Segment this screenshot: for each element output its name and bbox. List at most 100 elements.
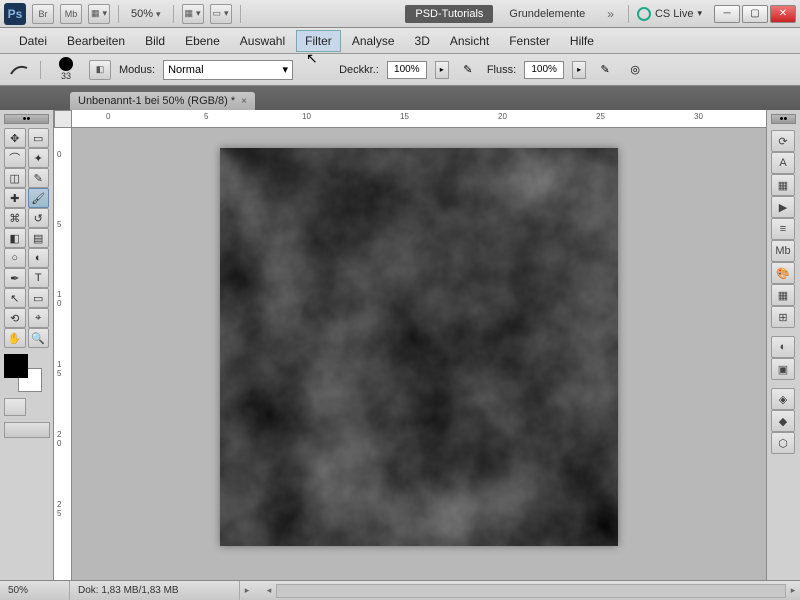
panel-nav-icon[interactable]: ▦: [771, 174, 795, 196]
ruler-tick: 2 5: [57, 500, 61, 518]
tool-eyedrop[interactable]: ✎: [28, 168, 50, 188]
menu-3d[interactable]: 3D: [406, 30, 439, 52]
mode-label: Modus:: [119, 64, 155, 76]
tool-gradient[interactable]: ▤: [28, 228, 50, 248]
ruler-origin[interactable]: [54, 110, 72, 128]
menu-ebene[interactable]: Ebene: [176, 30, 229, 52]
canvas-viewport[interactable]: [72, 128, 766, 580]
menu-bild[interactable]: Bild: [136, 30, 174, 52]
tool-dodge[interactable]: ◐: [28, 248, 50, 268]
screen-mode-strip[interactable]: [4, 422, 50, 438]
tool-blur[interactable]: ○: [4, 248, 26, 268]
panel-history-icon[interactable]: ⟳: [771, 130, 795, 152]
status-zoom[interactable]: 50%: [0, 581, 70, 600]
panel-chan-icon[interactable]: ◆: [771, 410, 795, 432]
blend-mode-select[interactable]: Normal▾: [163, 60, 293, 80]
canvas-image[interactable]: [220, 148, 618, 546]
opacity-flyout[interactable]: ▸: [435, 61, 449, 79]
flow-label: Fluss:: [487, 64, 516, 76]
bridge-icon[interactable]: Br: [32, 4, 54, 24]
tool-history[interactable]: ↺: [28, 208, 50, 228]
separator: [118, 5, 119, 23]
tool-marquee[interactable]: ▭: [28, 128, 50, 148]
tablet-pressure-icon[interactable]: ◎: [624, 59, 646, 81]
separator: [173, 5, 174, 23]
tools-collapse-handle[interactable]: ••: [4, 114, 49, 124]
tool-eraser[interactable]: ◧: [4, 228, 26, 248]
tool-wand[interactable]: ✦: [28, 148, 50, 168]
flow-input[interactable]: 100%: [524, 61, 564, 79]
panel-info-icon[interactable]: ≡: [771, 218, 795, 240]
panel-swatch-icon[interactable]: ▦: [771, 284, 795, 306]
rightstrip-collapse-handle[interactable]: ••: [771, 114, 796, 124]
close-icon[interactable]: ×: [241, 96, 247, 107]
scroll-right-icon[interactable]: ▸: [786, 585, 800, 596]
ruler-tick: 2 0: [57, 430, 61, 448]
zoom-level[interactable]: 50%: [127, 8, 165, 20]
tool-shape[interactable]: ▭: [28, 288, 50, 308]
screen-mode-button[interactable]: ▭: [210, 4, 232, 24]
ruler-vertical[interactable]: 051 01 52 02 5: [54, 128, 72, 580]
tool-3dcam[interactable]: ⌖: [28, 308, 50, 328]
photoshop-logo-icon: Ps: [4, 3, 26, 25]
arrange-docs-button[interactable]: ▦: [182, 4, 204, 24]
menu-hilfe[interactable]: Hilfe: [561, 30, 603, 52]
flow-flyout[interactable]: ▸: [572, 61, 586, 79]
tool-hand[interactable]: ✋: [4, 328, 26, 348]
menu-filter[interactable]: Filter: [296, 30, 341, 52]
document-tab[interactable]: Unbenannt-1 bei 50% (RGB/8) * ×: [70, 92, 255, 110]
status-flyout-icon[interactable]: ▸: [240, 585, 254, 596]
panel-mask-icon[interactable]: ▣: [771, 358, 795, 380]
maximize-button[interactable]: ▢: [742, 5, 768, 23]
tool-crop[interactable]: ◫: [4, 168, 26, 188]
airbrush-icon[interactable]: ✎: [594, 59, 616, 81]
ruler-tick: 5: [204, 112, 208, 121]
menu-analyse[interactable]: Analyse: [343, 30, 404, 52]
panel-mb-icon[interactable]: Mb: [771, 240, 795, 262]
menu-auswahl[interactable]: Auswahl: [231, 30, 294, 52]
panel-color-icon[interactable]: 🎨: [771, 262, 795, 284]
menu-bearbeiten[interactable]: Bearbeiten: [58, 30, 134, 52]
tool-brush[interactable]: 🖌: [28, 188, 50, 208]
minibridge-icon[interactable]: Mb: [60, 4, 82, 24]
ruler-horizontal[interactable]: 05101520253035: [72, 110, 766, 128]
brush-dot-icon: [59, 57, 73, 71]
foreground-swatch[interactable]: [4, 354, 28, 378]
brush-panel-toggle[interactable]: ◧: [89, 60, 111, 80]
view-extras-button[interactable]: ▦: [88, 4, 110, 24]
panel-adjust-icon[interactable]: ◐: [771, 336, 795, 358]
tool-heal[interactable]: ✚: [4, 188, 26, 208]
menu-ansicht[interactable]: Ansicht: [441, 30, 498, 52]
panel-path2-icon[interactable]: ⬡: [771, 432, 795, 454]
tool-preset-icon[interactable]: [8, 59, 30, 81]
minimize-button[interactable]: ─: [714, 5, 740, 23]
tool-move[interactable]: ✥: [4, 128, 26, 148]
menu-fenster[interactable]: Fenster: [500, 30, 559, 52]
panel-play-icon[interactable]: ▶: [771, 196, 795, 218]
opacity-pressure-icon[interactable]: ✎: [457, 59, 479, 81]
panel-char-icon[interactable]: A: [771, 152, 795, 174]
workspace-grundelemente[interactable]: Grundelemente: [499, 5, 595, 23]
status-doc-info[interactable]: Dok: 1,83 MB/1,83 MB: [70, 581, 240, 600]
panel-layers-icon[interactable]: ◈: [771, 388, 795, 410]
tool-stamp[interactable]: ⌘: [4, 208, 26, 228]
workspace-more-icon[interactable]: »: [601, 7, 620, 21]
tool-3drot[interactable]: ⟲: [4, 308, 26, 328]
panel-grid-icon[interactable]: ⊞: [771, 306, 795, 328]
menu-datei[interactable]: Datei: [10, 30, 56, 52]
quick-mask-button[interactable]: [4, 398, 26, 416]
tool-type[interactable]: T: [28, 268, 50, 288]
tool-zoom[interactable]: 🔍: [28, 328, 50, 348]
brush-preview[interactable]: 33: [51, 57, 81, 83]
separator: [40, 61, 41, 79]
cs-live-button[interactable]: CS Live ▾: [637, 7, 702, 21]
opacity-input[interactable]: 100%: [387, 61, 427, 79]
tool-pen[interactable]: ✒: [4, 268, 26, 288]
scroll-left-icon[interactable]: ◂: [262, 585, 276, 596]
tool-lasso[interactable]: ⌒: [4, 148, 26, 168]
horizontal-scrollbar[interactable]: [276, 584, 786, 598]
tool-path[interactable]: ↖: [4, 288, 26, 308]
workspace-psdtutorials[interactable]: PSD-Tutorials: [405, 5, 493, 23]
color-swatches[interactable]: [4, 354, 42, 392]
close-button[interactable]: ✕: [770, 5, 796, 23]
